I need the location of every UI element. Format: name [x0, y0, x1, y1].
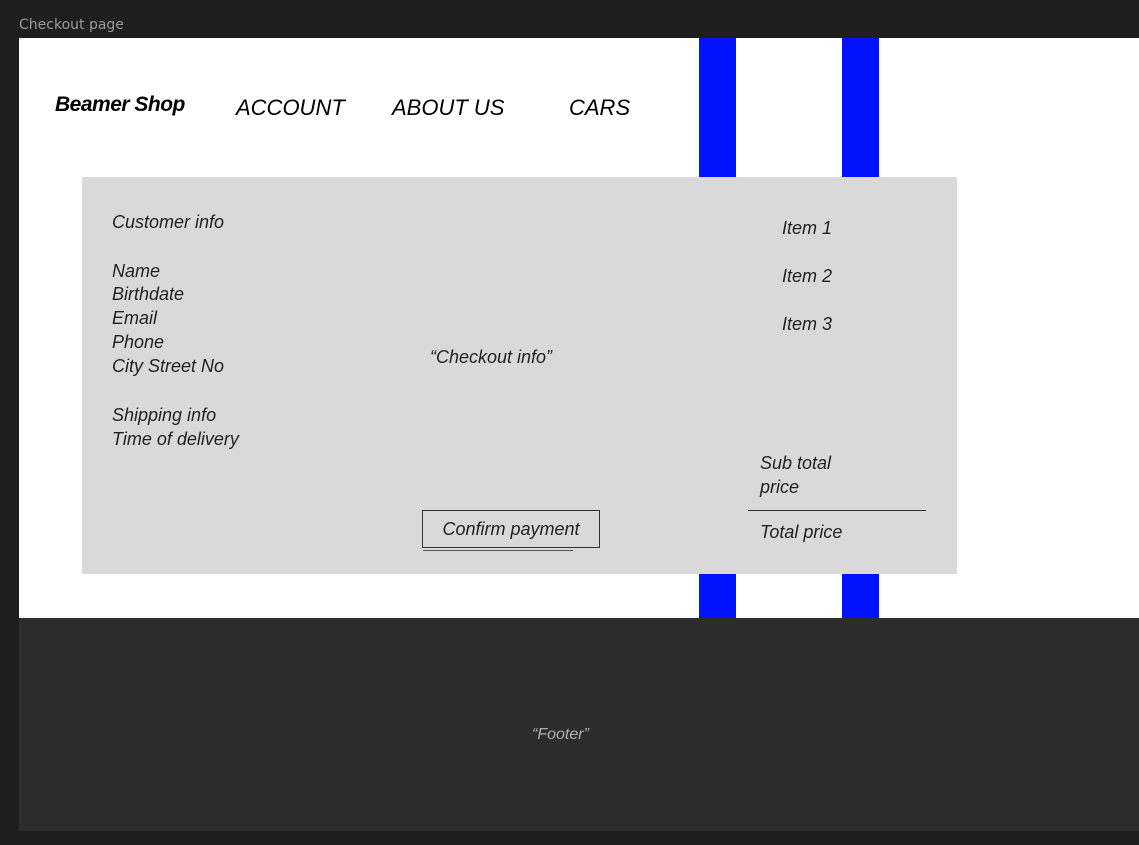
subtotal-price-label: Sub total price [760, 453, 832, 497]
brand-logo[interactable]: Beamer Shop [55, 93, 185, 117]
cart-item-3[interactable]: Item 3 [782, 312, 832, 336]
footer: “Footer” [19, 618, 1139, 831]
field-name[interactable]: Name [112, 259, 160, 283]
field-phone[interactable]: Phone [112, 330, 164, 354]
field-address[interactable]: City Street No [112, 354, 224, 378]
nav-cars[interactable]: CARS [569, 95, 630, 121]
cart-item-2[interactable]: Item 2 [782, 264, 832, 288]
frame-label: Checkout page [19, 17, 124, 33]
field-email[interactable]: Email [112, 306, 157, 330]
checkout-info-placeholder: “Checkout info” [430, 347, 553, 367]
field-birthdate[interactable]: Birthdate [112, 282, 184, 306]
customer-info-heading: Customer info [112, 212, 225, 232]
total-price-label: Total price [760, 522, 843, 542]
cart-item-1[interactable]: Item 1 [782, 216, 832, 240]
field-shipping-info[interactable]: Shipping info [112, 403, 216, 427]
price-divider [748, 510, 926, 511]
confirm-payment-button[interactable]: Confirm payment [422, 510, 600, 548]
nav-account[interactable]: ACCOUNT [236, 95, 345, 121]
footer-label: “Footer” [532, 726, 589, 743]
confirm-button-underline [423, 550, 573, 551]
checkout-page: Beamer Shop ACCOUNT ABOUT US CARS Custom… [19, 38, 1139, 618]
nav-about-us[interactable]: ABOUT US [392, 95, 504, 121]
field-time-of-delivery[interactable]: Time of delivery [112, 427, 239, 451]
checkout-card: Customer info Name Birthdate Email Phone… [82, 177, 957, 574]
